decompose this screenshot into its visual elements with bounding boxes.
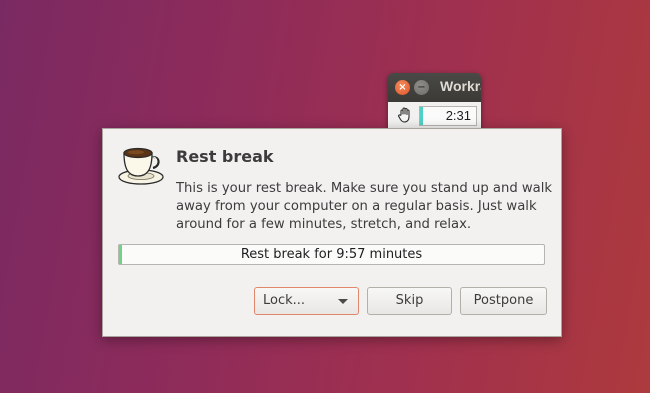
dialog-title: Rest break [176,147,274,166]
lock-button-label: Lock... [263,293,306,308]
minimize-icon[interactable]: − [414,80,429,95]
micro-break-timer-bar: 2:31 [419,106,477,126]
skip-button[interactable]: Skip [367,287,452,315]
lock-dropdown-button[interactable]: Lock... [254,287,359,315]
micro-break-timer-text: 2:31 [445,108,471,123]
close-icon[interactable]: × [395,80,410,95]
rest-break-progress-label: Rest break for 9:57 minutes [240,247,423,262]
workrave-status-window[interactable]: × − Workrave 2:31 [388,73,481,129]
rest-break-dialog: Rest break This is your rest break. Make… [102,128,562,337]
status-window-title: Workrave [440,78,481,94]
status-window-body: 2:31 [388,102,481,129]
postpone-button[interactable]: Postpone [460,287,547,315]
dialog-message: This is your rest break. Make sure you s… [176,181,553,232]
status-window-titlebar[interactable]: × − Workrave [388,73,481,102]
hand-icon [398,107,410,123]
coffee-cup-icon [118,147,164,185]
rest-break-progress-bar: Rest break for 9:57 minutes [118,244,545,265]
chevron-down-icon [338,299,348,304]
micro-break-timer-fill [420,107,423,125]
